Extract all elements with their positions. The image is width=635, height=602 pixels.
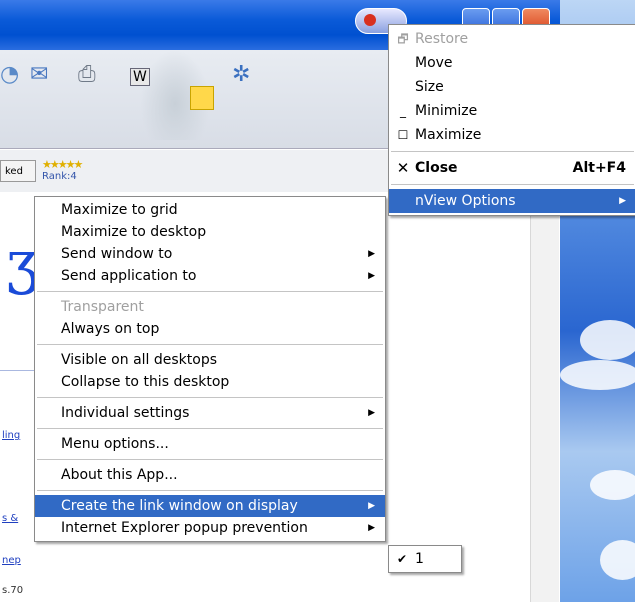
refresh-icon[interactable]: ◔ bbox=[0, 62, 19, 87]
notes-icon[interactable] bbox=[190, 86, 214, 110]
menu-item-label: Restore bbox=[415, 31, 469, 47]
menu-item-label: Maximize bbox=[415, 127, 482, 143]
menu-item-label: Collapse to this desktop bbox=[61, 374, 230, 390]
shortcut-label: Alt+F4 bbox=[572, 160, 626, 176]
close-icon: ✕ bbox=[396, 159, 410, 177]
menu-item-label: Visible on all desktops bbox=[61, 352, 218, 368]
links-tab[interactable]: ked bbox=[0, 160, 36, 182]
rank-stars-icon: ★★★★★ bbox=[42, 158, 83, 171]
nview-icon bbox=[364, 14, 376, 26]
system-menu-item-minimize[interactable]: _ Minimize bbox=[389, 99, 635, 123]
menu-separator bbox=[391, 151, 634, 152]
system-menu-item-size[interactable]: Size bbox=[389, 75, 635, 99]
menu-item-transparent: Transparent bbox=[35, 296, 385, 318]
menu-separator bbox=[37, 459, 383, 460]
menu-separator bbox=[37, 344, 383, 345]
menu-item-label: Maximize to desktop bbox=[61, 224, 207, 240]
submenu-arrow-icon: ▶ bbox=[619, 196, 626, 206]
menu-item-label: nView Options bbox=[415, 193, 516, 209]
menu-item-label: Menu options... bbox=[61, 436, 169, 452]
menu-separator bbox=[37, 428, 383, 429]
submenu-arrow-icon: ▶ bbox=[368, 249, 375, 259]
page-link-fragment[interactable]: s & bbox=[2, 513, 18, 524]
nview-context-menu: Maximize to grid Maximize to desktop Send … bbox=[34, 196, 386, 542]
rank-badge[interactable]: ★★★★★ Rank:4 bbox=[42, 158, 83, 182]
maximize-icon: ☐ bbox=[397, 128, 409, 142]
system-menu-item-close[interactable]: ✕ Close Alt+F4 bbox=[389, 156, 635, 180]
menu-item-maximize-to-desktop[interactable]: Maximize to desktop bbox=[35, 221, 385, 243]
menu-item-maximize-to-grid[interactable]: Maximize to grid bbox=[35, 199, 385, 221]
menu-item-collapse-to-this-desktop[interactable]: Collapse to this desktop bbox=[35, 371, 385, 393]
menu-separator bbox=[391, 184, 634, 185]
submenu-arrow-icon: ▶ bbox=[368, 523, 375, 533]
rank-label: Rank:4 bbox=[42, 171, 77, 182]
system-menu-item-move[interactable]: Move bbox=[389, 51, 635, 75]
menu-item-send-window-to[interactable]: Send window to ▶ bbox=[35, 243, 385, 265]
restore-icon: 🗗 bbox=[397, 32, 409, 46]
menu-item-label: Send application to bbox=[61, 268, 197, 284]
menu-item-label: 1 bbox=[415, 551, 424, 567]
page-text-fragment: s.70 bbox=[2, 585, 24, 596]
word-icon[interactable]: W bbox=[130, 68, 150, 86]
display-submenu: ✔ 1 bbox=[388, 545, 462, 573]
menu-item-label: Create the link window on display bbox=[61, 498, 298, 514]
menu-item-individual-settings[interactable]: Individual settings ▶ bbox=[35, 402, 385, 424]
menu-item-label: Move bbox=[415, 55, 453, 71]
page-link-fragment[interactable]: nep bbox=[2, 555, 21, 566]
menu-item-label: Internet Explorer popup prevention bbox=[61, 520, 308, 536]
menu-item-label: Transparent bbox=[61, 299, 144, 315]
print-icon[interactable]: ⎙ bbox=[78, 62, 96, 87]
menu-item-label: Maximize to grid bbox=[61, 202, 178, 218]
submenu-arrow-icon: ▶ bbox=[368, 501, 375, 511]
menu-item-label: About this App... bbox=[61, 467, 178, 483]
mail-icon[interactable]: ✉ bbox=[30, 62, 48, 87]
menu-item-always-on-top[interactable]: Always on top bbox=[35, 318, 385, 340]
display-item-1[interactable]: ✔ 1 bbox=[389, 548, 461, 570]
messenger-icon[interactable]: ✲ bbox=[232, 62, 250, 87]
menu-item-label: Individual settings bbox=[61, 405, 190, 421]
system-menu-item-restore: 🗗 Restore bbox=[389, 27, 635, 51]
menu-item-label: Always on top bbox=[61, 321, 160, 337]
menu-item-label: Close bbox=[415, 160, 458, 176]
minimize-icon: _ bbox=[400, 104, 406, 118]
menu-item-label: Minimize bbox=[415, 103, 478, 119]
divider bbox=[0, 370, 36, 371]
system-menu-item-maximize[interactable]: ☐ Maximize bbox=[389, 123, 635, 147]
check-icon: ✔ bbox=[397, 552, 408, 566]
system-menu-item-nview-options[interactable]: nView Options ▶ bbox=[389, 189, 635, 213]
page-link-fragment[interactable]: ling bbox=[2, 430, 20, 441]
menu-item-label: Size bbox=[415, 79, 444, 95]
system-menu: 🗗 Restore Move Size _ Minimize ☐ Maximize ✕ Close… bbox=[388, 24, 635, 216]
menu-item-about-this-app[interactable]: About this App... bbox=[35, 464, 385, 486]
submenu-arrow-icon: ▶ bbox=[368, 271, 375, 281]
page-right-strip bbox=[530, 192, 559, 602]
menu-separator bbox=[37, 397, 383, 398]
menu-item-internet-explorer-popup-prevention[interactable]: Internet Explorer popup prevention ▶ bbox=[35, 517, 385, 539]
menu-item-menu-options[interactable]: Menu options... bbox=[35, 433, 385, 455]
menu-item-visible-on-all-desktops[interactable]: Visible on all desktops bbox=[35, 349, 385, 371]
menu-separator bbox=[37, 291, 383, 292]
menu-item-send-application-to[interactable]: Send application to ▶ bbox=[35, 265, 385, 287]
menu-separator bbox=[37, 490, 383, 491]
menu-item-create-the-link-window-on-display[interactable]: Create the link window on display ▶ bbox=[35, 495, 385, 517]
menu-item-label: Send window to bbox=[61, 246, 173, 262]
submenu-arrow-icon: ▶ bbox=[368, 408, 375, 418]
